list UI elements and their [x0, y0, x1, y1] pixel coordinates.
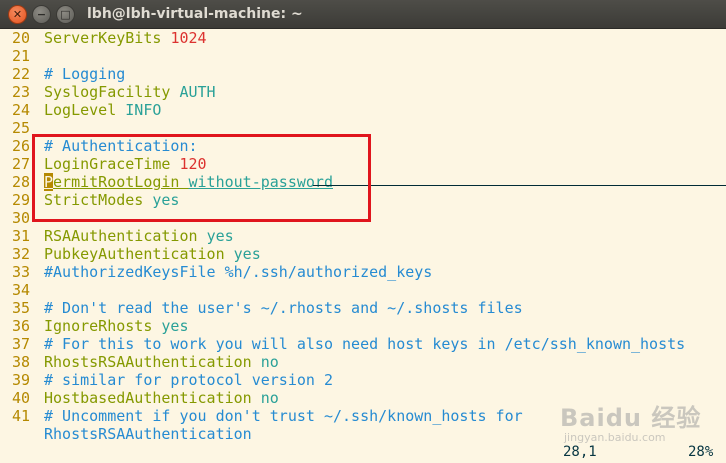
line-number: 33	[12, 263, 31, 281]
editor-line[interactable]: 37 # For this to work you will also need …	[0, 335, 726, 353]
code-token: # Don't read the user's ~/.rhosts and ~/…	[44, 299, 523, 317]
code-token: no	[260, 353, 279, 371]
terminal-window: ✕ − □ lbh@lbh-virtual-machine: ~ 20 Serve…	[0, 0, 726, 463]
code-token: # For this to work you will also need ho…	[44, 335, 686, 353]
editor-line[interactable]: 33 #AuthorizedKeysFile %h/.ssh/authorized…	[0, 263, 726, 281]
code-token: RSAAuthentication	[44, 227, 207, 245]
window-title: lbh@lbh-virtual-machine: ~	[87, 6, 303, 22]
code-token: #AuthorizedKeysFile %h/.ssh/authorized_k…	[44, 263, 433, 281]
code-token: SyslogFacility	[44, 83, 180, 101]
code-token: # similar for protocol version 2	[44, 371, 333, 389]
code-token: yes	[233, 245, 261, 263]
line-number: 41	[12, 407, 31, 425]
line-number: 32	[12, 245, 31, 263]
line-number: 20	[12, 29, 31, 47]
editor-line[interactable]: 38 RhostsRSAAuthentication no	[0, 353, 726, 371]
code-token: IgnoreRhosts	[44, 317, 162, 335]
editor-line[interactable]: 24 LogLevel INFO	[0, 101, 726, 119]
close-icon[interactable]: ✕	[8, 4, 27, 24]
editor-line[interactable]: 32 PubkeyAuthentication yes	[0, 245, 726, 263]
line-number: 21	[12, 47, 31, 65]
line-number: 34	[12, 281, 31, 299]
code-token: RhostsRSAAuthentication	[44, 353, 261, 371]
watermark-brand: Baidu 经验	[560, 404, 702, 432]
editor-line[interactable]: 23 SyslogFacility AUTH	[0, 83, 726, 101]
code-token: # Uncomment if you don't trust ~/.ssh/kn…	[44, 407, 523, 425]
code-token: PubkeyAuthentication	[44, 245, 234, 263]
code-token: 1024	[170, 29, 207, 47]
line-number: 36	[12, 317, 31, 335]
minimize-icon[interactable]: −	[32, 4, 51, 24]
cursor-position: 28,1	[563, 444, 597, 460]
code-token: AUTH	[179, 83, 216, 101]
line-number: 39	[12, 371, 31, 389]
code-token: LogLevel	[44, 101, 126, 119]
line-number: 37	[12, 335, 31, 353]
watermark: Baidu 经验 jingyan.baidu.com	[560, 398, 701, 444]
line-number: 31	[12, 227, 31, 245]
scroll-percent: 28%	[688, 444, 714, 460]
code-token: ServerKeyBits	[44, 29, 171, 47]
code-token: INFO	[125, 101, 162, 119]
editor-line[interactable]: 20 ServerKeyBits 1024	[0, 29, 726, 47]
line-number: 23	[12, 83, 31, 101]
editor-line[interactable]: 21	[0, 47, 726, 65]
code-token: HostbasedAuthentication	[44, 389, 261, 407]
editor-line[interactable]: 36 IgnoreRhosts yes	[0, 317, 726, 335]
title-bar[interactable]: ✕ − □ lbh@lbh-virtual-machine: ~	[0, 0, 726, 29]
line-number: 24	[12, 101, 31, 119]
code-token: # Logging	[44, 65, 126, 83]
line-number: 40	[12, 389, 31, 407]
code-token: yes	[161, 317, 189, 335]
editor-line[interactable]: 35 # Don't read the user's ~/.rhosts and …	[0, 299, 726, 317]
maximize-icon[interactable]: □	[56, 4, 75, 24]
editor-buffer[interactable]: 20 ServerKeyBits 1024 21 22 # Logging 23 Syslo…	[0, 29, 726, 443]
editor-line[interactable]: 39 # similar for protocol version 2	[0, 371, 726, 389]
editor-line[interactable]: 31 RSAAuthentication yes	[0, 227, 726, 245]
code-token: RhostsRSAAuthentication	[44, 425, 252, 443]
status-line: 28,1 28%	[0, 443, 726, 463]
line-number: 38	[12, 353, 31, 371]
code-token: yes	[206, 227, 234, 245]
editor-line[interactable]: 22 # Logging	[0, 65, 726, 83]
line-number: 22	[12, 65, 31, 83]
editor-line[interactable]: 34	[0, 281, 726, 299]
cursor-line	[313, 185, 726, 186]
line-number: 35	[12, 299, 31, 317]
highlight-box	[32, 134, 371, 222]
code-token: no	[260, 389, 279, 407]
